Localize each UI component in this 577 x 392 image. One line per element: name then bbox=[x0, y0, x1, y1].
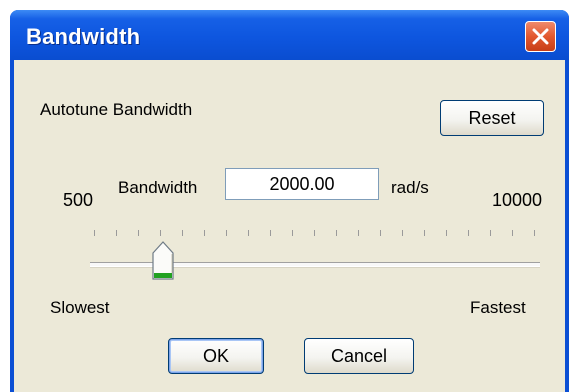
reset-button[interactable]: Reset bbox=[440, 100, 544, 136]
slider-tick bbox=[270, 230, 271, 236]
bandwidth-label: Bandwidth bbox=[118, 178, 198, 197]
slider-tick bbox=[336, 230, 337, 236]
slider-ticks bbox=[94, 230, 535, 238]
slider-tick bbox=[358, 230, 359, 236]
slider-tick bbox=[314, 230, 315, 236]
slider-tick bbox=[402, 230, 403, 236]
close-button[interactable] bbox=[525, 21, 556, 52]
fastest-label: Fastest bbox=[470, 298, 526, 317]
slider-tick bbox=[94, 230, 95, 236]
slider-tick bbox=[468, 230, 469, 236]
ok-button[interactable]: OK bbox=[168, 338, 264, 374]
slider-tick bbox=[534, 230, 535, 236]
window-title: Bandwidth bbox=[26, 24, 141, 49]
title-bar[interactable]: Bandwidth bbox=[10, 10, 569, 60]
autotune-heading: Autotune Bandwidth bbox=[40, 100, 193, 119]
slider-tick bbox=[160, 230, 161, 236]
slider-tick bbox=[292, 230, 293, 236]
unit-label: rad/s bbox=[391, 178, 429, 197]
slider-tick bbox=[226, 230, 227, 236]
slider-max-label: 10000 bbox=[492, 190, 543, 210]
slider-tick bbox=[380, 230, 381, 236]
slider-tick bbox=[424, 230, 425, 236]
slider-tick bbox=[116, 230, 117, 236]
slider-min-label: 500 bbox=[63, 190, 94, 210]
dialog-body: Autotune Bandwidth Reset 500 Bandwidth 2… bbox=[14, 60, 565, 392]
slider-tick bbox=[248, 230, 249, 236]
bandwidth-input[interactable]: 2000.00 bbox=[225, 168, 379, 200]
slider-tick bbox=[138, 230, 139, 236]
slowest-label: Slowest bbox=[50, 298, 110, 317]
slider-tick bbox=[490, 230, 491, 236]
bandwidth-dialog: Bandwidth Autotune Bandwidth Reset 500 B… bbox=[10, 10, 569, 392]
cancel-button[interactable]: Cancel bbox=[304, 338, 414, 374]
slider-tick bbox=[182, 230, 183, 236]
slider-tick bbox=[204, 230, 205, 236]
close-icon bbox=[532, 28, 549, 45]
slider-thumb[interactable] bbox=[152, 241, 174, 281]
slider-tick bbox=[512, 230, 513, 236]
slider-tick bbox=[446, 230, 447, 236]
